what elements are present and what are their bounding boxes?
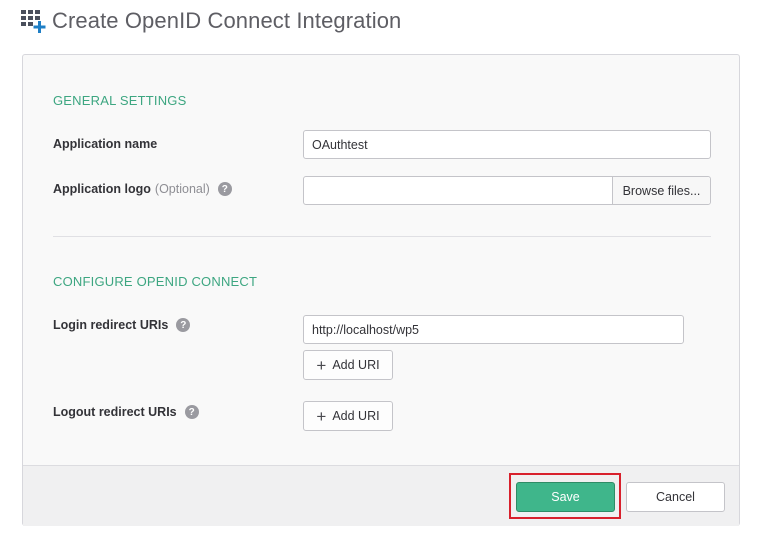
add-uri-label: Add URI — [332, 358, 380, 372]
page-header: Create OpenID Connect Integration — [20, 6, 401, 36]
browse-files-button[interactable]: Browse files... — [612, 177, 710, 204]
save-button[interactable]: Save — [516, 482, 615, 512]
help-icon[interactable]: ? — [184, 405, 199, 419]
app-name-label: Application name — [53, 137, 157, 151]
login-redirect-label: Login redirect URIs ? — [53, 318, 191, 332]
add-login-uri-button[interactable]: + Add URI — [303, 350, 393, 380]
page-title: Create OpenID Connect Integration — [52, 8, 402, 33]
logout-redirect-label: Logout redirect URIs ? — [53, 405, 199, 419]
cancel-button[interactable]: Cancel — [626, 482, 725, 512]
optional-hint: (Optional) — [154, 182, 210, 196]
app-logo-label-text: Application logo — [53, 182, 151, 196]
app-name-label-text: Application name — [53, 137, 158, 151]
plus-icon: + — [316, 355, 327, 375]
integration-form: GENERAL SETTINGS Application name Applic… — [22, 54, 740, 526]
app-logo-file-input[interactable] — [304, 177, 612, 204]
help-icon[interactable]: ? — [217, 182, 232, 196]
app-logo-label: Application logo (Optional) ? — [53, 182, 232, 196]
form-footer: Save Cancel — [23, 465, 739, 526]
grid-plus-icon — [21, 10, 46, 33]
add-uri-label: Add URI — [332, 409, 380, 423]
app-logo-file-field: Browse files... — [303, 176, 711, 205]
login-redirect-uri-input[interactable] — [303, 315, 684, 344]
configure-openid-heading: CONFIGURE OPENID CONNECT — [53, 274, 258, 289]
app-name-input[interactable] — [303, 130, 711, 159]
login-redirect-label-text: Login redirect URIs — [53, 318, 169, 332]
plus-icon: + — [316, 406, 327, 426]
general-settings-heading: GENERAL SETTINGS — [53, 93, 187, 108]
logout-redirect-label-text: Logout redirect URIs — [53, 405, 177, 419]
section-divider — [53, 236, 711, 237]
help-icon[interactable]: ? — [176, 318, 191, 332]
add-logout-uri-button[interactable]: + Add URI — [303, 401, 393, 431]
